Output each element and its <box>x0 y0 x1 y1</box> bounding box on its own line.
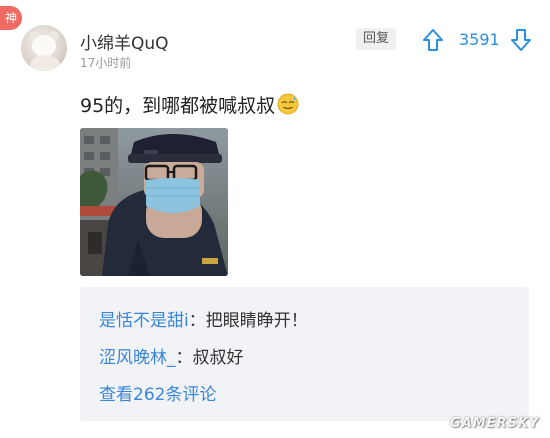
selfie-image <box>80 128 228 276</box>
comment-item: 涩风晚林_：叔叔好 <box>99 343 244 368</box>
avatar[interactable] <box>21 25 67 71</box>
post-content: 95的，到哪都被喊叔叔 <box>80 91 299 120</box>
god-comment-badge: 神 <box>0 6 22 30</box>
upvote-button[interactable] <box>422 28 444 52</box>
avatar-face <box>32 35 56 57</box>
view-all-comments-link[interactable]: 查看262条评论 <box>99 380 216 405</box>
comment-separator: ： <box>175 348 193 368</box>
site-watermark: GAMERSKY <box>450 416 540 431</box>
post-photo[interactable] <box>80 128 228 276</box>
timestamp: 17小时前 <box>80 56 132 70</box>
username[interactable]: 小绵羊QuQ <box>80 29 169 54</box>
comment-preview-box: 是恬不是甜i：把眼睛睁开！ 涩风晚林_：叔叔好 查看262条评论 <box>80 287 529 421</box>
arrow-up-icon <box>423 29 443 51</box>
reply-button[interactable]: 回复 <box>356 28 396 50</box>
comment-separator: ： <box>188 311 206 331</box>
avatar-body <box>30 55 60 71</box>
downvote-button[interactable] <box>510 28 532 52</box>
comment-item: 是恬不是甜i：把眼睛睁开！ <box>99 306 308 331</box>
comment-text: 把眼睛睁开！ <box>205 311 308 331</box>
comment-author[interactable]: 涩风晚林_ <box>99 348 176 368</box>
sweat-smile-emoji-icon <box>277 93 299 120</box>
comment-author[interactable]: 是恬不是甜i <box>99 311 189 331</box>
arrow-down-icon <box>511 29 531 51</box>
comment-text: 叔叔好 <box>192 348 244 368</box>
post-text: 95的，到哪都被喊叔叔 <box>80 95 276 117</box>
vote-count: 3591 <box>459 30 500 49</box>
